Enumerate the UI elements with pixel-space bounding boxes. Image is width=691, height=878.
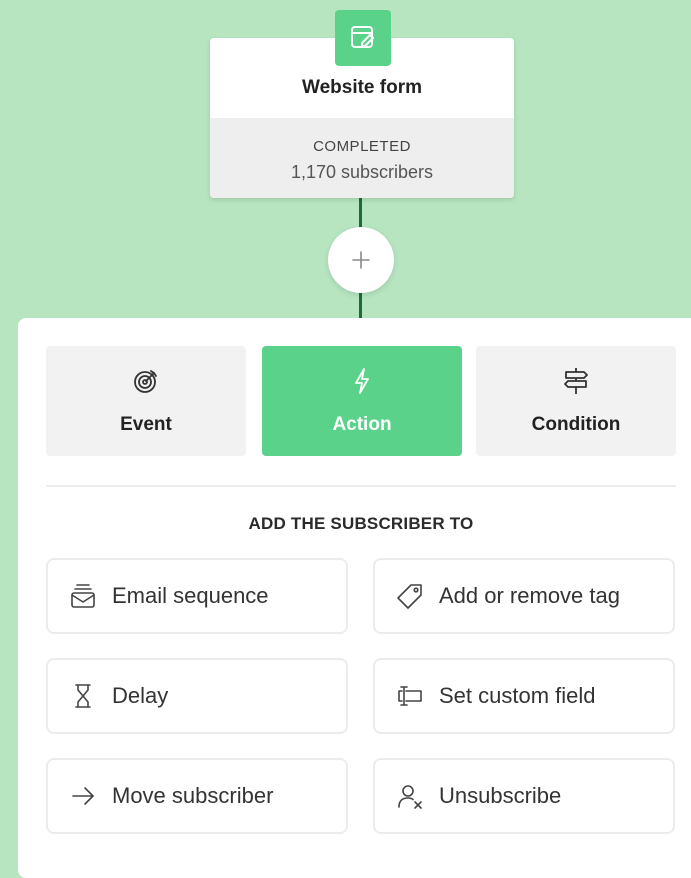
form-edit-icon <box>335 10 391 66</box>
trigger-status: COMPLETED <box>313 138 411 155</box>
section-title: ADD THE SUBSCRIBER TO <box>248 514 474 533</box>
flow-connector-bottom <box>359 292 362 320</box>
divider <box>46 485 676 487</box>
option-unsubscribe[interactable]: Unsubscribe <box>373 758 675 834</box>
option-label: Email sequence <box>112 583 269 608</box>
option-label: Move subscriber <box>112 783 274 808</box>
tab-label: Event <box>120 414 172 435</box>
tab-label: Action <box>332 414 392 435</box>
option-label: Set custom field <box>439 683 596 708</box>
option-set-custom-field[interactable]: Set custom field <box>373 658 675 734</box>
text-cursor-field-icon <box>395 681 425 711</box>
subscriber-count: 1,170 subscribers <box>290 162 434 182</box>
lightning-icon <box>262 366 462 396</box>
option-label: Unsubscribe <box>439 783 562 808</box>
tab-label: Condition <box>531 414 621 435</box>
tab-condition[interactable]: Condition <box>476 346 676 456</box>
option-add-remove-tag[interactable]: Add or remove tag <box>373 558 675 634</box>
target-icon <box>46 366 246 396</box>
trigger-footer: COMPLETED 1,170 subscribers <box>210 118 514 198</box>
option-delay[interactable]: Delay <box>46 658 348 734</box>
arrow-right-icon <box>68 781 98 811</box>
tag-icon <box>395 581 425 611</box>
flow-connector-top <box>359 198 362 230</box>
tab-event[interactable]: Event <box>46 346 246 456</box>
email-stack-icon <box>68 581 98 611</box>
signpost-icon <box>476 366 676 396</box>
tab-action[interactable]: Action <box>262 346 462 456</box>
option-label: Delay <box>112 683 169 708</box>
option-move-subscriber[interactable]: Move subscriber <box>46 758 348 834</box>
option-label: Add or remove tag <box>439 583 620 608</box>
add-step-button[interactable] <box>328 227 394 293</box>
option-email-sequence[interactable]: Email sequence <box>46 558 348 634</box>
plus-icon <box>351 250 371 270</box>
hourglass-icon <box>68 681 98 711</box>
user-remove-icon <box>395 781 425 811</box>
